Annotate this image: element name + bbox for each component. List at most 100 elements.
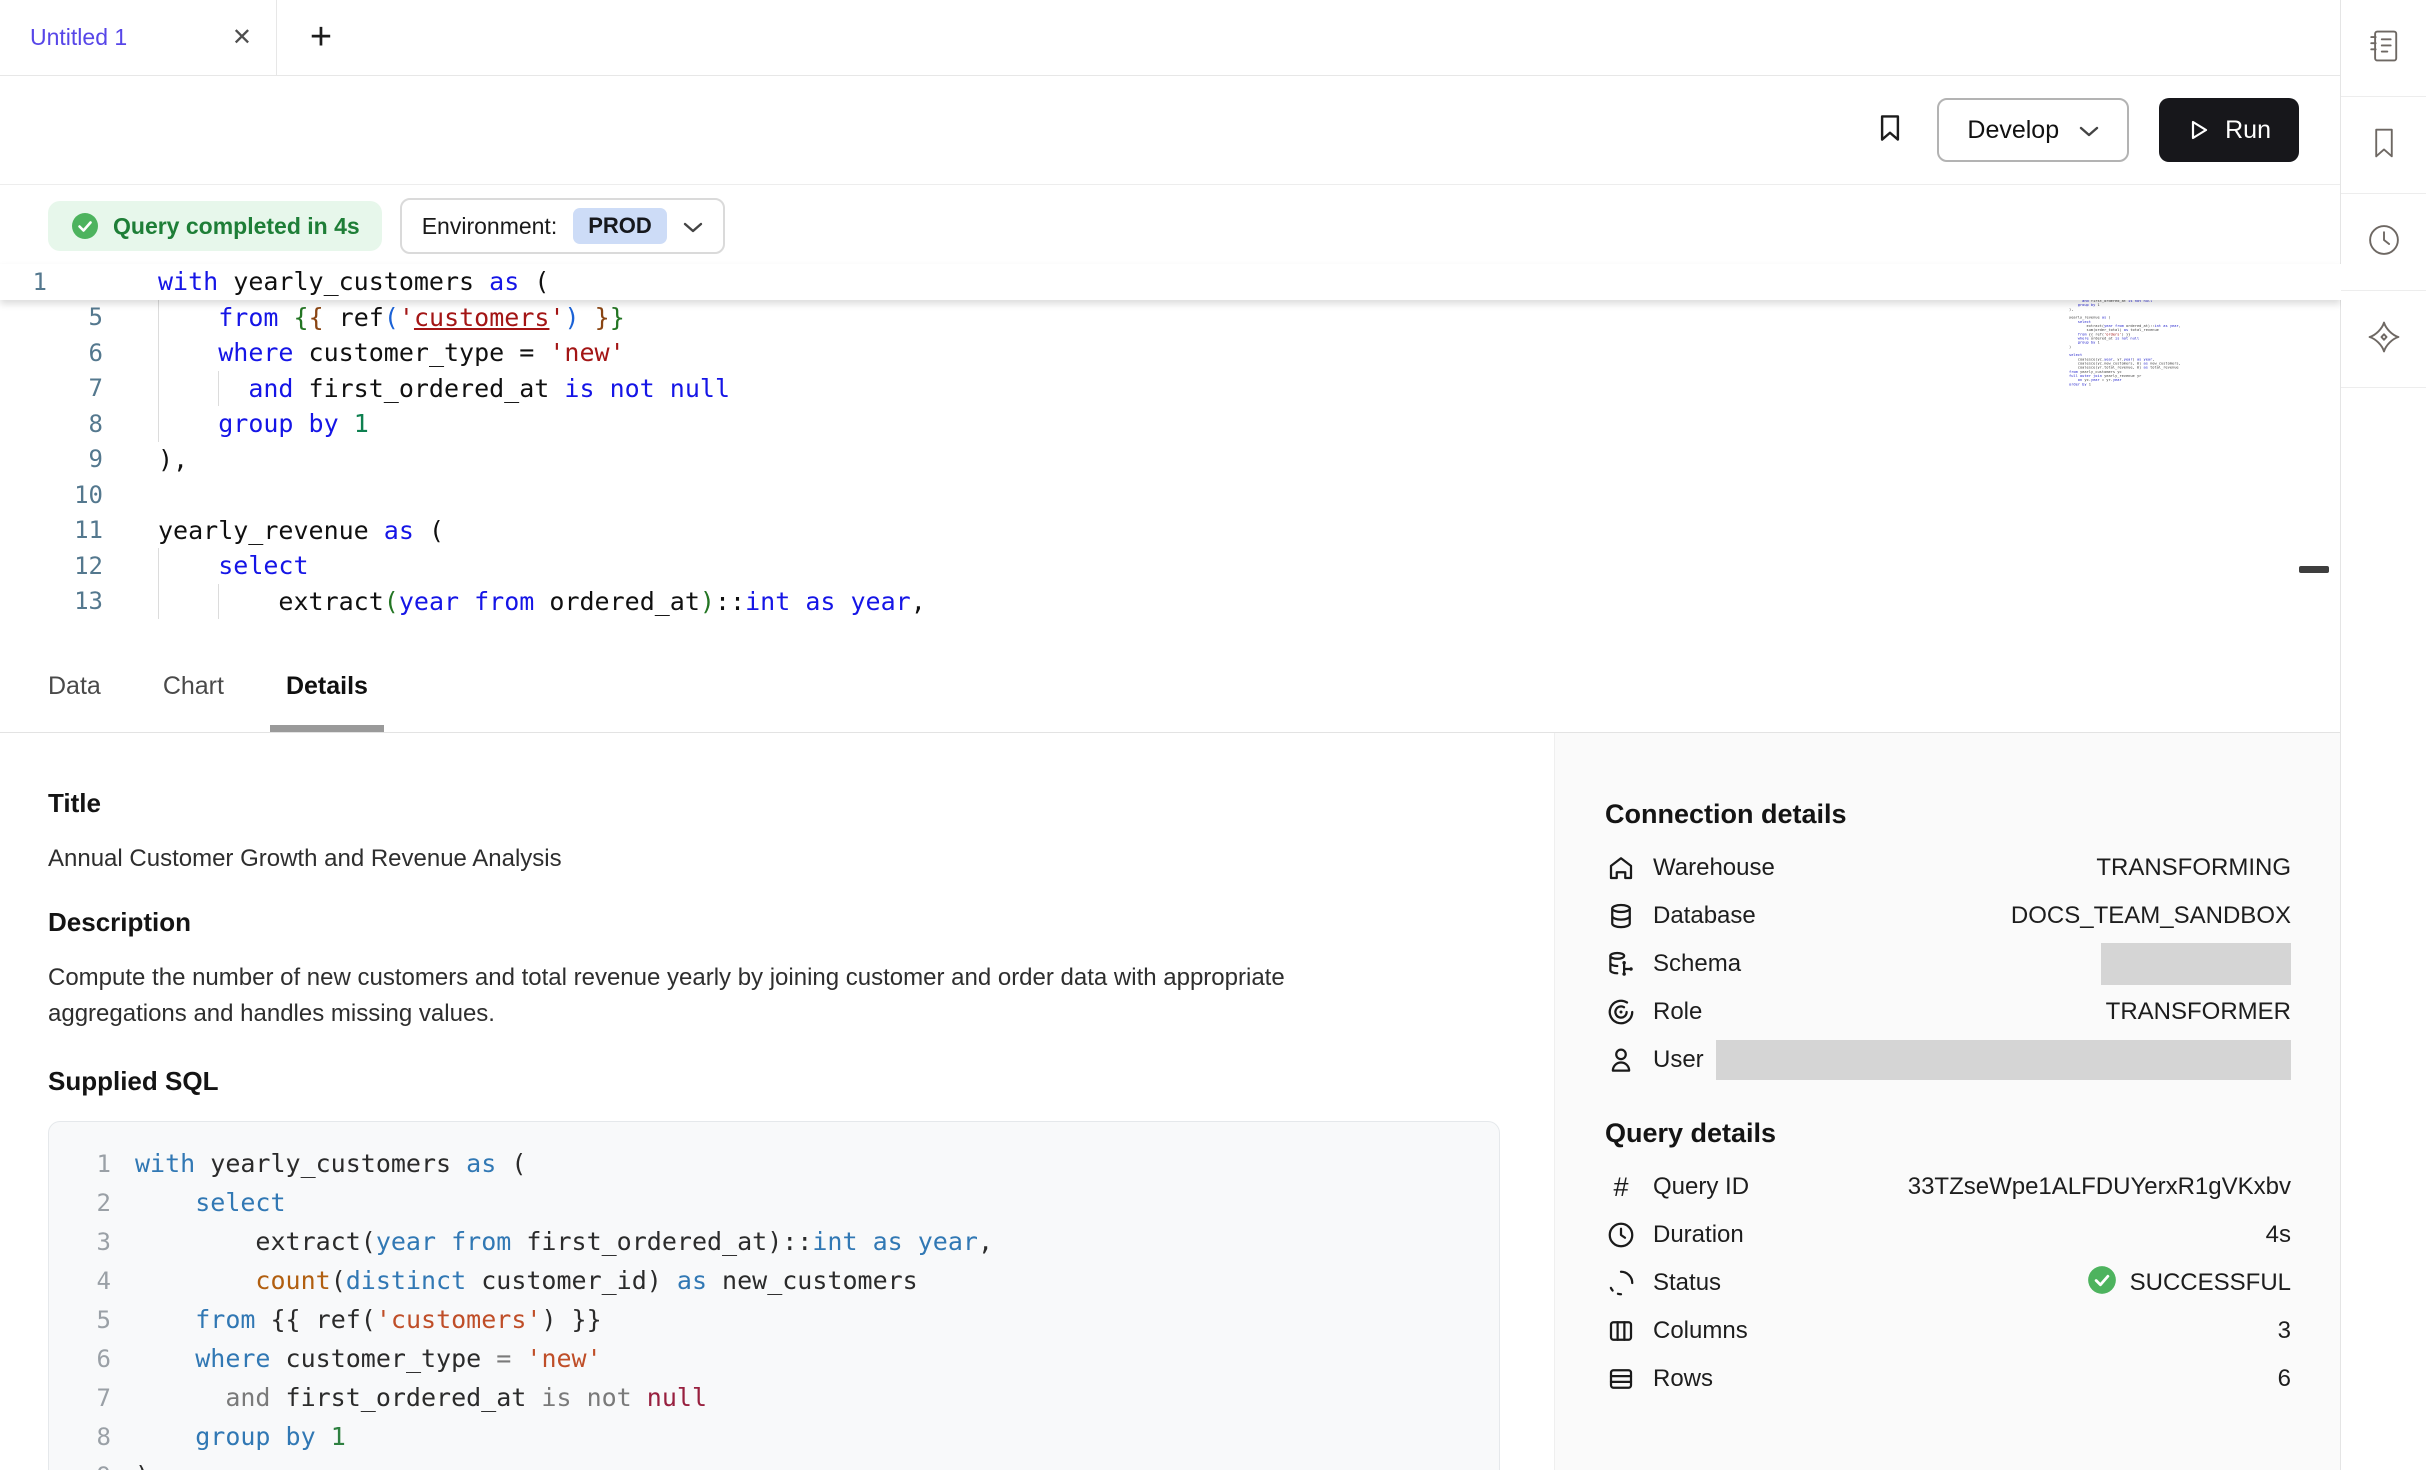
- history-clock-icon: [2364, 220, 2404, 265]
- check-circle-icon: [2086, 1264, 2118, 1303]
- sidebar-button-history-clock-icon[interactable]: [2341, 194, 2426, 291]
- sql-ide-app: Untitled 1 ✕ + Develop Run: [0, 0, 2426, 1470]
- sql-line: 9),: [49, 1456, 1499, 1470]
- line-number: 7: [49, 1384, 111, 1412]
- code-text: from {{ ref('customers') }}: [103, 303, 625, 332]
- editor-status-row: Query completed in 4s Environment: PROD: [48, 198, 725, 254]
- develop-label: Develop: [1967, 116, 2059, 145]
- result-tabs: Data Chart Details: [0, 640, 2341, 733]
- code-text: group by 1: [103, 409, 369, 438]
- line-number: 12: [0, 552, 103, 580]
- editor-line[interactable]: 8 group by 1: [0, 406, 2341, 442]
- supplied-sql-heading: Supplied SQL: [48, 1066, 1554, 1097]
- editor-sticky-line[interactable]: 1with yearly_customers as (: [0, 264, 2341, 300]
- detail-row-rows: Rows 6: [1605, 1355, 2291, 1403]
- code-text: count(distinct customer_id) as new_custo…: [111, 1266, 918, 1295]
- indent-guide: [158, 335, 159, 371]
- line-number: 6: [0, 339, 103, 367]
- compass-icon: [2364, 317, 2404, 362]
- line-number: 9: [0, 445, 103, 473]
- line-number: 5: [49, 1306, 111, 1334]
- code-editor[interactable]: Query completed in 4s Environment: PROD …: [0, 185, 2341, 640]
- details-main: Title Annual Customer Growth and Revenue…: [0, 733, 1554, 1470]
- chevron-down-icon: [683, 213, 703, 240]
- detail-value: DOCS_TEAM_SANDBOX: [2011, 902, 2291, 930]
- editor-line[interactable]: 7 and first_ordered_at is not null: [0, 371, 2341, 407]
- editor-line[interactable]: 12 select: [0, 548, 2341, 584]
- detail-label: User: [1653, 1046, 1704, 1074]
- code-text: where customer_type = 'new': [103, 338, 625, 367]
- environment-label: Environment:: [422, 213, 558, 240]
- detail-value: 6: [2278, 1365, 2291, 1393]
- sidebar-button-compass-icon[interactable]: [2341, 291, 2426, 388]
- environment-select[interactable]: Environment: PROD: [400, 198, 725, 254]
- sidebar-button-bookmark-icon[interactable]: [2341, 97, 2426, 194]
- close-tab-icon[interactable]: ✕: [232, 26, 252, 50]
- develop-dropdown[interactable]: Develop: [1937, 98, 2129, 162]
- sql-line: 3 extract(year from first_ordered_at)::i…: [49, 1222, 1499, 1261]
- result-tab-data[interactable]: Data: [48, 640, 101, 732]
- code-text: ),: [103, 445, 188, 474]
- line-number: 3: [49, 1228, 111, 1256]
- code-text: extract(year from first_ordered_at)::int…: [111, 1227, 993, 1256]
- detail-label: Schema: [1653, 950, 1741, 978]
- code-text: ),: [111, 1461, 165, 1470]
- indent-guide: [158, 371, 159, 407]
- detail-label: Columns: [1653, 1317, 1748, 1345]
- redacted-value: [1716, 1040, 2291, 1080]
- tab-label: Untitled 1: [30, 24, 232, 51]
- description-heading: Description: [48, 907, 1554, 938]
- editor-scrollbar-thumb[interactable]: [2299, 566, 2329, 573]
- line-number: 6: [49, 1345, 111, 1373]
- code-text: extract(year from ordered_at)::int as ye…: [103, 587, 926, 616]
- sql-line: 1with yearly_customers as (: [49, 1144, 1499, 1183]
- sql-line: 4 count(distinct customer_id) as new_cus…: [49, 1261, 1499, 1300]
- detail-label: Rows: [1653, 1365, 1713, 1393]
- schema-icon: [1605, 948, 1637, 980]
- code-text: select: [111, 1188, 286, 1217]
- status-value: SUCCESSFUL: [2086, 1264, 2291, 1303]
- detail-label: Role: [1653, 998, 1702, 1026]
- sidebar-button-notebook-list-icon[interactable]: [2341, 0, 2426, 97]
- result-tab-details[interactable]: Details: [286, 640, 368, 732]
- detail-label: Database: [1653, 902, 1756, 930]
- editor-line[interactable]: 9),: [0, 442, 2341, 478]
- editor-line[interactable]: 6 where customer_type = 'new': [0, 335, 2341, 371]
- line-number: 1: [49, 1150, 111, 1178]
- line-number: 13: [0, 587, 103, 615]
- indent-guide: [218, 584, 219, 620]
- warehouse-icon: [1605, 852, 1637, 884]
- query-status-pill: Query completed in 4s: [48, 201, 382, 251]
- detail-value: 3: [2278, 1317, 2291, 1345]
- editor-line[interactable]: 5 from {{ ref('customers') }}: [0, 300, 2341, 336]
- plus-icon: +: [310, 16, 332, 59]
- detail-label: Duration: [1653, 1221, 1744, 1249]
- code-text: from {{ ref('customers') }}: [111, 1305, 602, 1334]
- duration-clock-icon: [1605, 1219, 1637, 1251]
- tab-untitled-1[interactable]: Untitled 1 ✕: [0, 0, 277, 75]
- bookmark-icon[interactable]: [1873, 111, 1907, 150]
- detail-row-query-id: #Query ID33TZseWpe1ALFDUYerxR1gVKxbv: [1605, 1163, 2291, 1211]
- loader-icon: [1605, 1267, 1637, 1299]
- indent-guide: [218, 371, 219, 407]
- code-text: group by 1: [111, 1422, 346, 1451]
- run-label: Run: [2225, 116, 2271, 145]
- result-tab-chart[interactable]: Chart: [163, 640, 224, 732]
- detail-label: Query ID: [1653, 1173, 1749, 1201]
- editor-line[interactable]: 10: [0, 477, 2341, 513]
- details-content: Title Annual Customer Growth and Revenue…: [0, 733, 2341, 1470]
- editor-code-area[interactable]: 1with yearly_customers as (5 from {{ ref…: [0, 264, 2341, 619]
- editor-line[interactable]: 13 extract(year from ordered_at)::int as…: [0, 584, 2341, 620]
- code-text: with yearly_customers as (: [111, 1149, 526, 1178]
- editor-tab-bar: Untitled 1 ✕ +: [0, 0, 2341, 76]
- indent-guide: [158, 300, 159, 336]
- title-heading: Title: [48, 788, 1554, 819]
- notebook-list-icon: [2364, 26, 2404, 71]
- rows-icon: [1605, 1363, 1637, 1395]
- run-button[interactable]: Run: [2159, 98, 2299, 162]
- editor-line[interactable]: 11yearly_revenue as (: [0, 513, 2341, 549]
- line-number: 8: [49, 1423, 111, 1451]
- new-tab-button[interactable]: +: [277, 0, 365, 75]
- detail-row-duration: Duration4s: [1605, 1211, 2291, 1259]
- sql-line: 7 and first_ordered_at is not null: [49, 1378, 1499, 1417]
